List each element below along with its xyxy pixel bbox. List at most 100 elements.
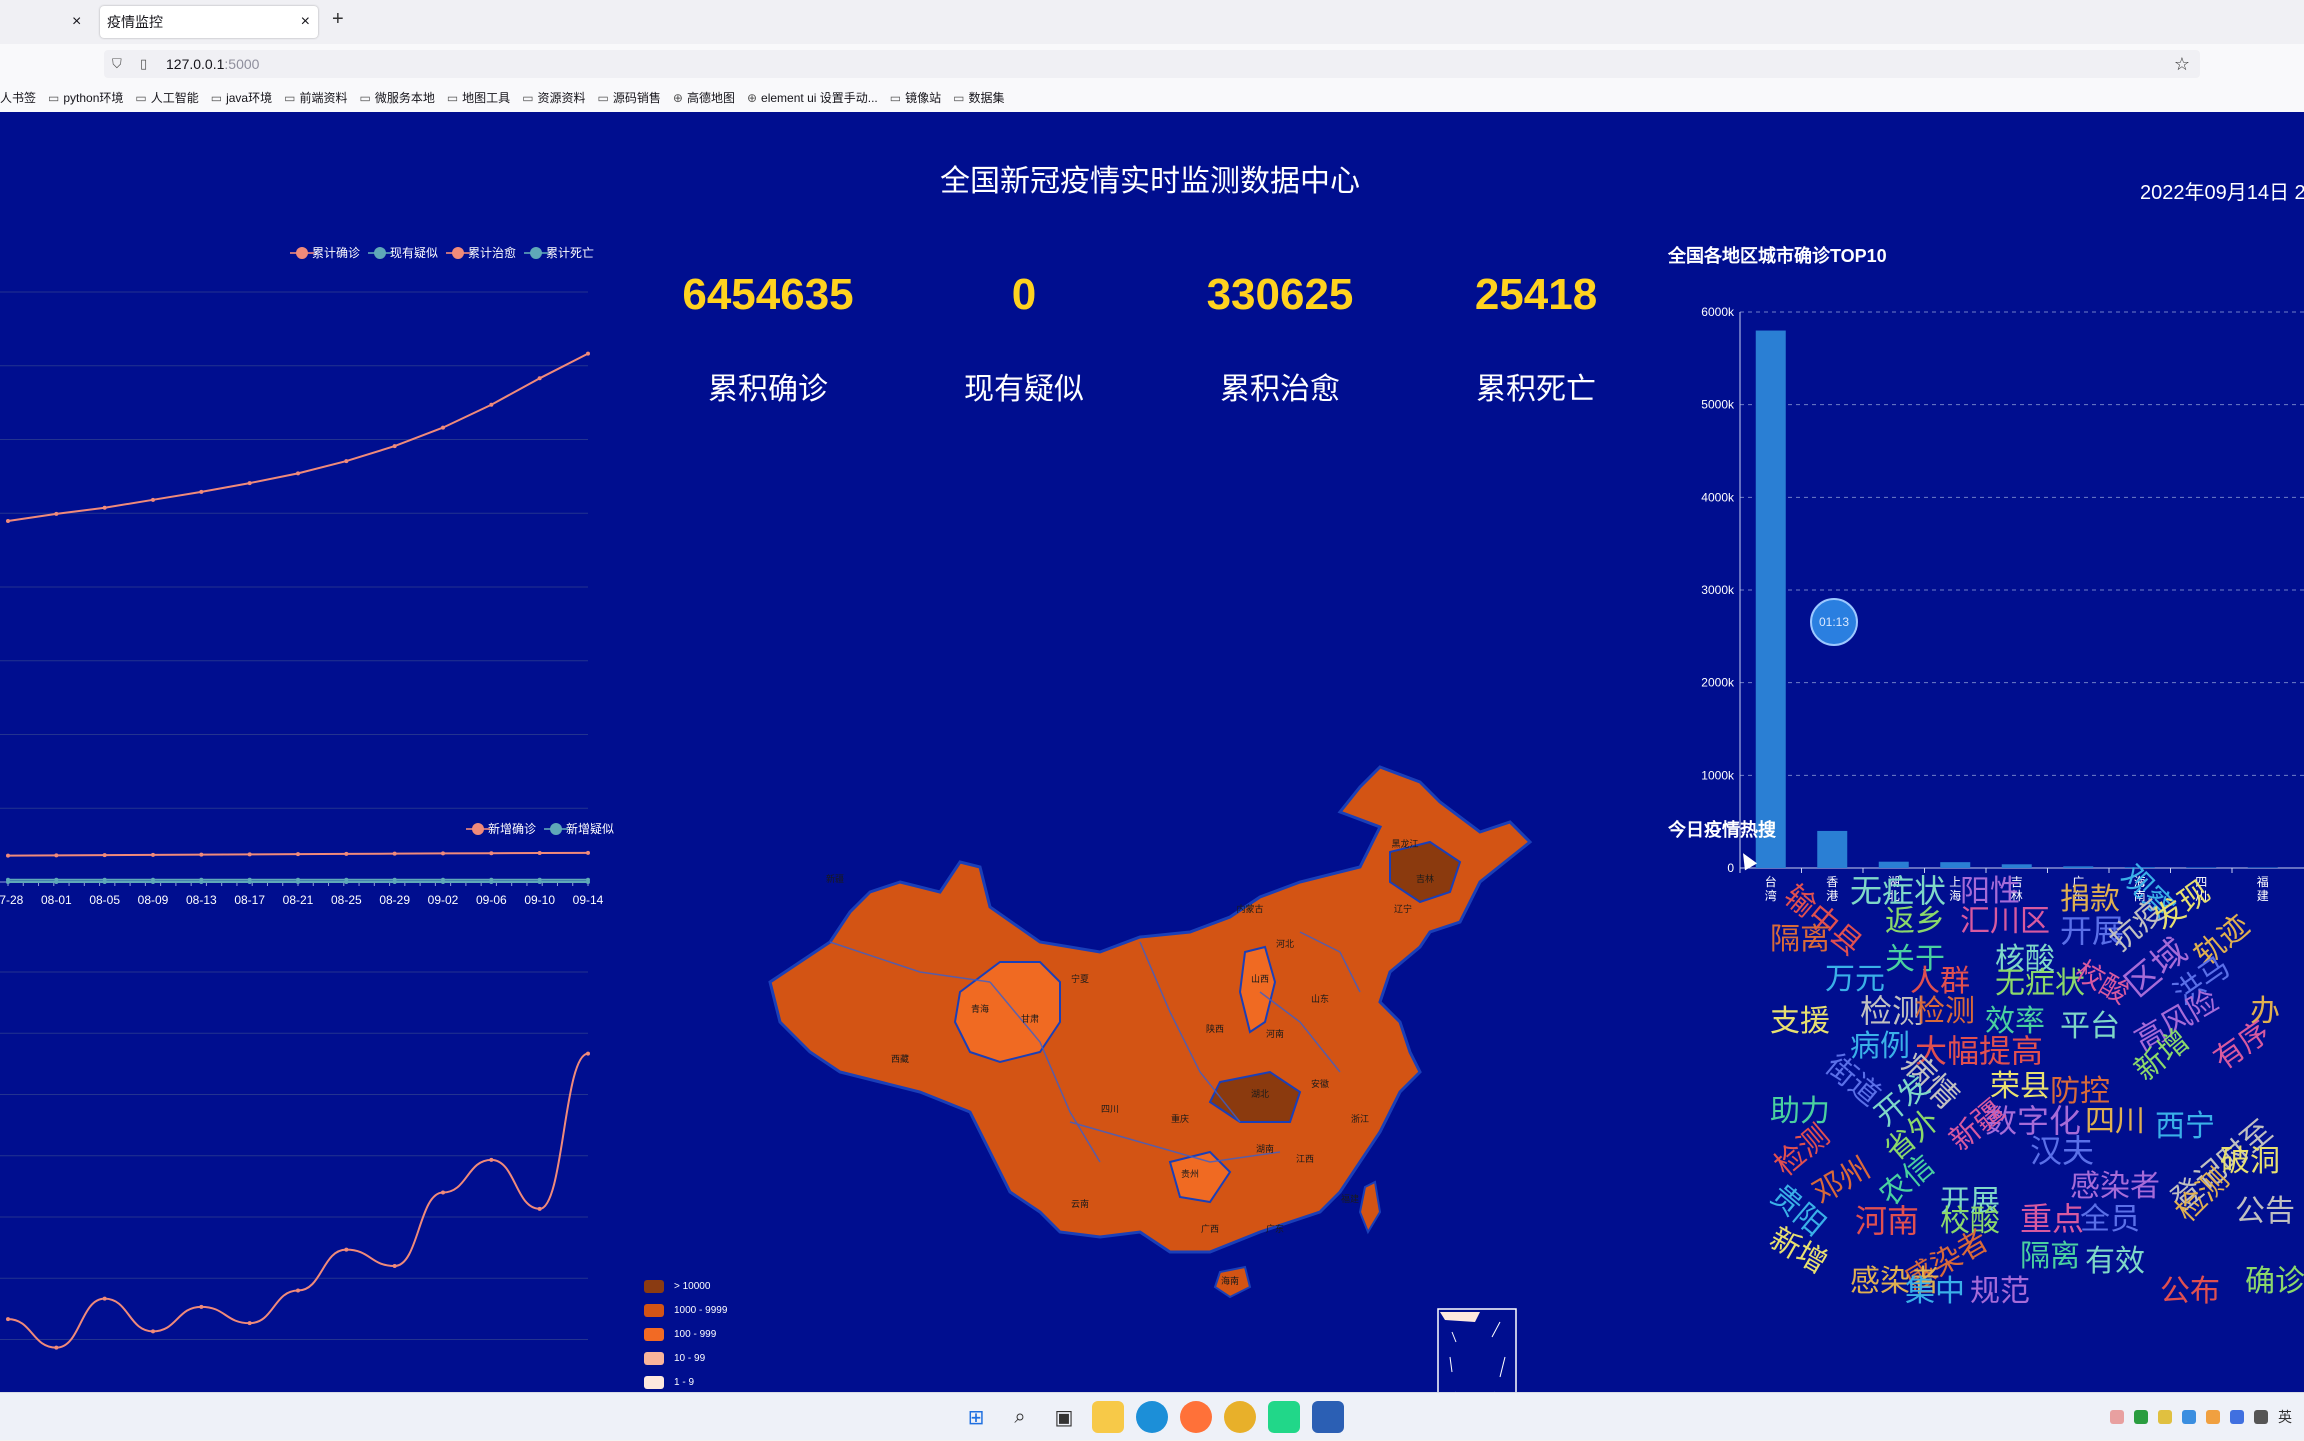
bookmark-item[interactable]: ▭源码销售: [598, 86, 661, 110]
word-cloud-item: 平台: [2060, 1001, 2120, 1045]
bookmark-label: 资源资料: [538, 91, 586, 105]
address-bar[interactable]: ⛉ ▯ 127.0.0.1:5000 ☆: [104, 50, 2200, 78]
legend-marker-icon: [374, 247, 386, 259]
word-cloud-item: 河南: [1855, 1196, 1919, 1242]
folder-icon: ▭: [359, 91, 370, 105]
cumulative-chart-legend[interactable]: 累计确诊现有疑似累计治愈累计死亡: [296, 244, 608, 262]
folder-icon: ▭: [48, 91, 59, 105]
bookmarks-bar: 人书签 ▭python环境 ▭人工智能 ▭java环境 ▭前端资料 ▭微服务本地 ▭地图工具…: [0, 86, 2304, 110]
stat-dead-label: 累积死亡: [1406, 364, 1666, 408]
province-label: 河北: [1276, 938, 1294, 949]
dashboard: 全国新冠疫情实时监测数据中心 2022年09月14日 2 6454635 0 3…: [0, 112, 2304, 1392]
province-label: 湖北: [1251, 1089, 1269, 1099]
legend-marker-icon: [530, 247, 542, 259]
bookmark-item[interactable]: ▭镜像站: [890, 86, 941, 110]
data-point: [296, 1289, 300, 1293]
province-label: 内蒙古: [1236, 903, 1263, 914]
map-legend-item[interactable]: 100 - 999: [644, 1322, 727, 1346]
y-tick-label: 5000k: [1701, 398, 1735, 412]
map-province-taiwan: [1360, 1182, 1380, 1232]
bookmark-item[interactable]: ▭微服务本地: [359, 86, 434, 110]
legend-label: 累计确诊: [312, 244, 360, 261]
legend-item[interactable]: 累计治愈: [452, 244, 516, 261]
tab-active[interactable]: 疫情监控 ×: [100, 6, 318, 38]
province-label: 湖南: [1256, 1143, 1274, 1154]
y-tick-label: 4000k: [1701, 490, 1735, 504]
system-tray: 英: [2110, 1393, 2292, 1441]
new-tab-button[interactable]: +: [332, 8, 344, 31]
stat-cured-value: 330625: [1150, 270, 1410, 320]
firefox-icon[interactable]: [1180, 1401, 1212, 1433]
close-tab-icon[interactable]: ×: [72, 6, 81, 38]
bookmark-item[interactable]: ▭java环境: [211, 86, 272, 110]
tab-previous[interactable]: ×: [0, 6, 96, 38]
tray-app-icon[interactable]: [2182, 1410, 2196, 1424]
series-line-0: [8, 1054, 588, 1348]
bookmark-item[interactable]: ⊕高德地图: [673, 86, 735, 110]
data-point: [489, 1158, 493, 1162]
stat-suspected-label: 现有疑似: [894, 364, 1154, 408]
top10-title: 全国各地区城市确诊TOP10: [1668, 242, 1887, 268]
province-label: 贵州: [1181, 1168, 1199, 1179]
data-point: [6, 1317, 10, 1321]
folder-icon: ▭: [890, 91, 901, 105]
search-icon[interactable]: ⌕: [1004, 1401, 1036, 1433]
tray-app-icon[interactable]: [2206, 1410, 2220, 1424]
bookmark-star-icon[interactable]: ☆: [2174, 50, 2190, 78]
province-label: 西藏: [891, 1053, 909, 1064]
data-point: [151, 1329, 155, 1333]
bookmark-item[interactable]: 人书签: [0, 86, 36, 110]
timer-bubble[interactable]: 01:13: [1810, 598, 1858, 646]
bookmark-item[interactable]: ▭地图工具: [447, 86, 510, 110]
legend-item[interactable]: 累计确诊: [296, 244, 360, 261]
word-cloud-item: 检测: [1915, 986, 1975, 1030]
bookmark-label: 人书签: [0, 91, 36, 105]
bookmark-item[interactable]: ⊕element ui 设置手动...: [747, 86, 878, 110]
chrome-icon[interactable]: [1224, 1401, 1256, 1433]
data-point: [151, 498, 155, 502]
folder-icon: ▭: [211, 91, 222, 105]
map-legend[interactable]: > 100001000 - 9999 100 - 999 10 - 991 - 9: [644, 1274, 727, 1392]
edge-browser-icon[interactable]: [1136, 1401, 1168, 1433]
microphone-icon[interactable]: [2254, 1410, 2268, 1424]
china-map[interactable]: 新疆西藏青海甘肃宁夏内蒙古黑龙江吉林辽宁河北山西陕西河南山东四川重庆湖北湖南江西…: [740, 692, 1560, 1392]
map-legend-item[interactable]: 1000 - 9999: [644, 1298, 727, 1322]
map-legend-item[interactable]: 1 - 9: [644, 1370, 727, 1392]
data-point: [296, 471, 300, 475]
tray-app-icon[interactable]: [2134, 1410, 2148, 1424]
y-tick-label: 3000k: [1701, 583, 1735, 597]
province-label: 山东: [1311, 993, 1329, 1004]
bookmark-item[interactable]: ▭人工智能: [135, 86, 198, 110]
close-tab-icon[interactable]: ×: [301, 6, 310, 38]
south-china-sea-inset: [1438, 1309, 1516, 1392]
shield-icon[interactable]: ⛉: [112, 50, 122, 78]
legend-item[interactable]: 现有疑似: [374, 244, 438, 261]
word-cloud-item: 有效: [2085, 1236, 2145, 1280]
map-legend-item[interactable]: 10 - 99: [644, 1346, 727, 1370]
map-legend-item[interactable]: > 10000: [644, 1274, 727, 1298]
globe-icon: ⊕: [747, 91, 757, 105]
windows-start-icon[interactable]: ⊞: [960, 1401, 992, 1433]
bookmark-item[interactable]: ▭python环境: [48, 86, 123, 110]
province-label: 河南: [1266, 1028, 1284, 1039]
bookmark-item[interactable]: ▭ 资源资料: [522, 86, 585, 110]
stat-suspected-value: 0: [894, 270, 1154, 320]
pycharm-icon[interactable]: [1268, 1401, 1300, 1433]
file-explorer-icon[interactable]: [1092, 1401, 1124, 1433]
legend-item[interactable]: 累计死亡: [530, 244, 594, 261]
input-language[interactable]: 英: [2278, 1407, 2292, 1427]
bookmark-item[interactable]: ▭数据集: [953, 86, 1004, 110]
bookmark-item[interactable]: ▭前端资料: [284, 86, 347, 110]
legend-label: 100 - 999: [674, 1329, 716, 1340]
legend-marker-icon: [452, 247, 464, 259]
data-point: [393, 444, 397, 448]
word-cloud-item: 隔离: [1770, 914, 1830, 958]
word-icon[interactable]: [1312, 1401, 1344, 1433]
tray-app-icon[interactable]: [2110, 1410, 2124, 1424]
task-view-icon[interactable]: ▣: [1048, 1401, 1080, 1433]
y-tick-label: 2000k: [1701, 676, 1735, 690]
folder-icon: ▭: [522, 91, 533, 105]
bluetooth-icon[interactable]: [2230, 1410, 2244, 1424]
province-label: 青海: [971, 1003, 989, 1014]
tray-app-icon[interactable]: [2158, 1410, 2172, 1424]
